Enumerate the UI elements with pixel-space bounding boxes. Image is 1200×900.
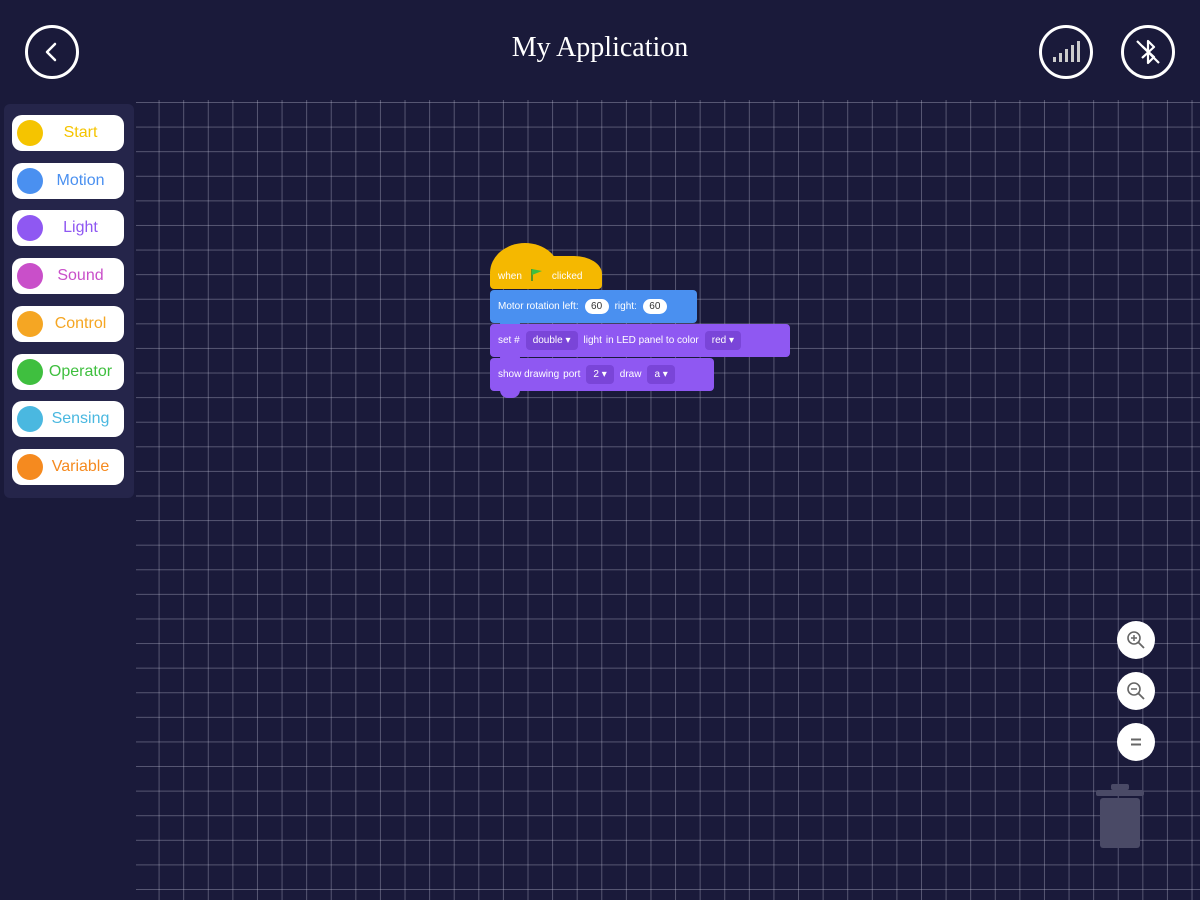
reset-zoom-button[interactable] xyxy=(1117,723,1155,761)
block-text: draw xyxy=(619,369,642,380)
block-text: right: xyxy=(614,301,637,312)
category-variable[interactable]: Variable xyxy=(12,449,124,485)
bluetooth-disabled-icon xyxy=(1136,39,1160,65)
category-label: Operator xyxy=(48,363,113,380)
operator-color-dot xyxy=(17,359,43,385)
block-text: when xyxy=(498,271,522,282)
variable-color-dot xyxy=(17,454,43,480)
app-header: My Application xyxy=(0,0,1200,100)
block-text: in LED panel to color xyxy=(605,335,699,346)
block-text: show drawing xyxy=(498,369,560,380)
green-flag-icon xyxy=(530,268,544,285)
block-text: port xyxy=(563,369,581,380)
category-label: Motion xyxy=(56,172,105,189)
category-sensing[interactable]: Sensing xyxy=(12,401,124,437)
category-sidebar: Start Motion Light Sound Control Operato… xyxy=(4,104,134,498)
category-label: Start xyxy=(63,124,98,141)
code-canvas[interactable] xyxy=(136,100,1200,900)
dropdown-value: red xyxy=(711,335,727,346)
category-light[interactable]: Light xyxy=(12,210,124,246)
category-start[interactable]: Start xyxy=(12,115,124,151)
motion-color-dot xyxy=(17,168,43,194)
reset-zoom-icon xyxy=(1131,738,1141,746)
block-text: clicked xyxy=(551,271,583,282)
zoom-out-button[interactable] xyxy=(1117,672,1155,710)
category-label: Sound xyxy=(57,267,104,284)
category-label: Sensing xyxy=(51,410,110,427)
dropdown-value: a xyxy=(654,369,661,380)
set-led-light-block[interactable]: set # double ▾ light in LED panel to col… xyxy=(490,324,790,357)
category-control[interactable]: Control xyxy=(12,306,124,342)
draw-dropdown[interactable]: a ▾ xyxy=(647,365,675,384)
category-label: Light xyxy=(63,219,98,236)
category-label: Control xyxy=(54,315,107,332)
port-dropdown[interactable]: 2 ▾ xyxy=(586,365,614,384)
sensing-color-dot xyxy=(17,406,43,432)
signal-button[interactable] xyxy=(1039,25,1093,79)
motor-rotation-block[interactable]: Motor rotation left: 60 right: 60 xyxy=(490,290,697,323)
category-label: Variable xyxy=(51,458,110,475)
color-dropdown[interactable]: red ▾ xyxy=(704,331,741,350)
zoom-out-icon xyxy=(1127,682,1145,700)
light-color-dot xyxy=(17,215,43,241)
when-flag-clicked-block[interactable]: when clicked xyxy=(490,256,602,289)
block-text: set # xyxy=(498,335,520,346)
sound-color-dot xyxy=(17,263,43,289)
dropdown-value: 2 xyxy=(593,369,599,380)
page-title: My Application xyxy=(511,32,689,63)
trash-icon xyxy=(1096,784,1144,848)
left-speed-input[interactable]: 60 xyxy=(584,299,609,314)
trash-can[interactable] xyxy=(1094,782,1146,850)
block-text: light xyxy=(583,335,602,346)
light-count-dropdown[interactable]: double ▾ xyxy=(525,331,578,350)
dropdown-value: double xyxy=(532,335,563,346)
right-speed-input[interactable]: 60 xyxy=(642,299,667,314)
bluetooth-button[interactable] xyxy=(1121,25,1175,79)
block-text: Motor rotation left: xyxy=(498,301,579,312)
signal-bars-icon xyxy=(1053,41,1080,62)
zoom-in-icon xyxy=(1127,631,1145,649)
start-color-dot xyxy=(17,120,43,146)
control-color-dot xyxy=(17,311,43,337)
category-motion[interactable]: Motion xyxy=(12,163,124,199)
category-operator[interactable]: Operator xyxy=(12,354,124,390)
zoom-in-button[interactable] xyxy=(1117,621,1155,659)
show-drawing-block[interactable]: show drawing port 2 ▾ draw a ▾ xyxy=(490,358,714,391)
category-sound[interactable]: Sound xyxy=(12,258,124,294)
